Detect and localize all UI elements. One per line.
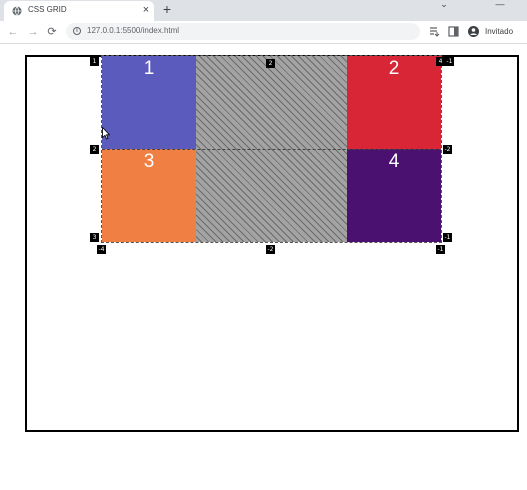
- grid-item-label: 3: [143, 151, 155, 172]
- address-bar[interactable]: i 127.0.0.1:5500/index.html: [66, 23, 420, 40]
- grid-line-badge: -1: [436, 245, 445, 254]
- grid-line-badge: -4: [97, 245, 106, 254]
- globe-icon: [12, 6, 22, 16]
- grid-item-4: 4: [347, 149, 441, 242]
- grid-line-badge: 2: [266, 59, 275, 68]
- tab-close-icon[interactable]: ×: [140, 4, 152, 16]
- grid-item-3: 3: [102, 149, 196, 242]
- grid-item-label: 1: [143, 58, 155, 79]
- minimize-icon[interactable]: —: [490, 0, 510, 10]
- tab-strip: CSS GRID × + ⌄ —: [0, 0, 527, 21]
- new-tab-icon[interactable]: +: [160, 2, 174, 16]
- back-icon[interactable]: ←: [6, 25, 20, 39]
- reading-list-icon[interactable]: [428, 25, 441, 38]
- grid-line-badge: 4: [436, 57, 445, 66]
- grid-item-label: 2: [388, 58, 400, 79]
- tab-title: CSS GRID: [28, 5, 67, 14]
- browser-window: CSS GRID × + ⌄ — ← → ⟳ i 127.0.0.1:5500/…: [0, 0, 527, 490]
- browser-toolbar: ← → ⟳ i 127.0.0.1:5500/index.html Invita…: [0, 21, 527, 44]
- chevron-down-icon[interactable]: ⌄: [434, 0, 454, 10]
- profile-button[interactable]: Invitado: [465, 24, 519, 40]
- forward-icon[interactable]: →: [26, 25, 40, 39]
- grid-line-badge: -2: [443, 145, 452, 154]
- reload-icon[interactable]: ⟳: [45, 25, 59, 39]
- info-icon[interactable]: i: [73, 27, 81, 35]
- grid-line-badge: -1: [445, 57, 454, 66]
- tab-css-grid[interactable]: CSS GRID ×: [4, 1, 154, 21]
- grid-line-badge: 3: [90, 233, 99, 242]
- avatar-icon: [468, 26, 479, 37]
- grid-row-line: [102, 149, 441, 150]
- grid-line-badge: -2: [266, 245, 275, 254]
- profile-label: Invitado: [485, 27, 514, 36]
- grid-item-label: 4: [388, 151, 400, 172]
- grid-line-badge: 2: [90, 145, 99, 154]
- side-panel-icon[interactable]: [447, 25, 460, 38]
- mouse-cursor-icon: [102, 127, 110, 140]
- url-text[interactable]: 127.0.0.1:5500/index.html: [87, 26, 179, 35]
- grid-item-2: 2: [347, 56, 441, 149]
- grid-item-1: 1: [102, 56, 196, 149]
- grid-line-badge: 1: [90, 57, 99, 66]
- grid-line-badge: -1: [443, 233, 452, 242]
